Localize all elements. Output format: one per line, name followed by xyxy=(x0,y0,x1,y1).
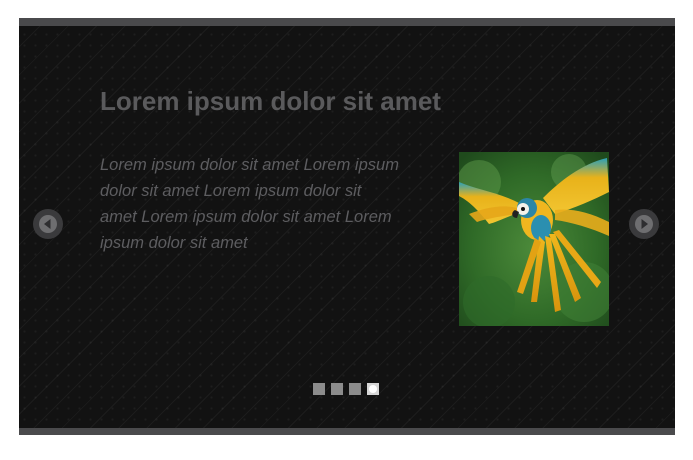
pager-dot-4-active[interactable] xyxy=(367,383,379,395)
slide-image xyxy=(459,152,609,326)
parrot-photo xyxy=(459,152,609,326)
chevron-left-icon xyxy=(44,219,51,229)
slide-pager xyxy=(313,383,379,396)
chevron-right-icon xyxy=(641,219,648,229)
prev-slide-button[interactable] xyxy=(33,209,63,239)
content-slider: Lorem ipsum dolor sit amet Lorem ipsum d… xyxy=(19,18,675,435)
pager-dot-1[interactable] xyxy=(313,383,325,395)
pager-dot-3[interactable] xyxy=(349,383,361,395)
pager-dot-2[interactable] xyxy=(331,383,343,395)
slide-text: Lorem ipsum dolor sit amet Lorem ipsum d… xyxy=(100,156,399,252)
slide-title: Lorem ipsum dolor sit amet xyxy=(100,86,441,116)
slider-top-bar xyxy=(19,18,675,26)
next-slide-button[interactable] xyxy=(629,209,659,239)
slider-bottom-bar xyxy=(19,428,675,435)
